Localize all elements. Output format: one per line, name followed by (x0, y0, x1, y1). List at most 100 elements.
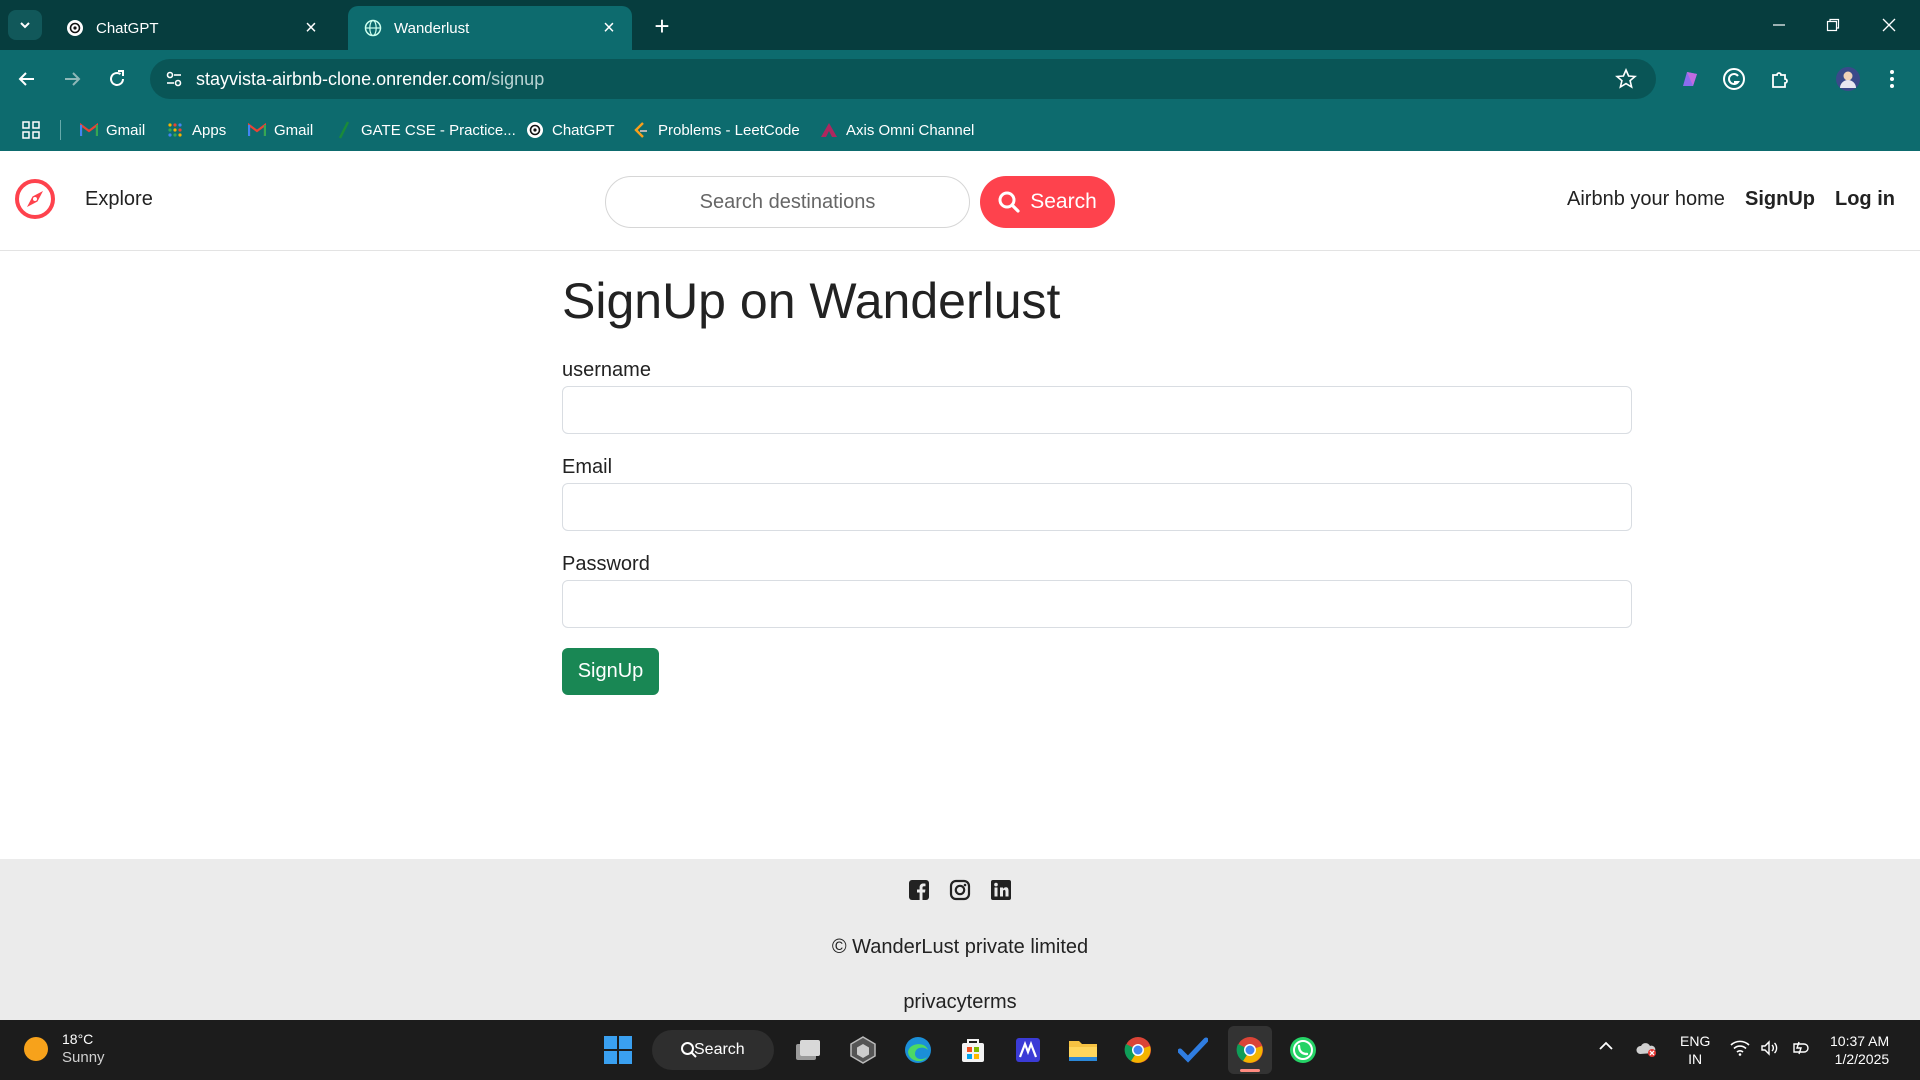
search-button[interactable]: Search (980, 176, 1115, 228)
site-settings-icon[interactable] (164, 69, 184, 89)
bookmark-star-icon[interactable] (1614, 67, 1638, 91)
copyright-text: © WanderLust private limited (831, 936, 1089, 958)
grammarly-icon[interactable] (1720, 65, 1748, 93)
microsoft-store-icon[interactable] (955, 1032, 991, 1068)
bookmark-gate-cse[interactable]: GATE CSE - Practice... (335, 117, 516, 143)
profile-avatar[interactable] (1834, 65, 1862, 93)
bookmark-leetcode[interactable]: Problems - LeetCode (632, 117, 800, 143)
tab-title: ChatGPT (96, 19, 159, 37)
new-tab-icon[interactable]: + (648, 11, 676, 41)
signup-link[interactable]: SignUp (1745, 188, 1815, 211)
signup-form: SignUp on Wanderlust username Email Pass… (562, 271, 1632, 695)
clock-time: 10:37 AM (1830, 1033, 1890, 1049)
instagram-icon[interactable] (949, 879, 971, 901)
weather-condition: Sunny (62, 1049, 105, 1066)
language-code: ENG (1680, 1033, 1711, 1049)
chrome-icon[interactable] (1120, 1032, 1156, 1068)
task-view-icon[interactable] (790, 1032, 826, 1068)
bookmark-axis[interactable]: Axis Omni Channel (820, 117, 974, 143)
site-navbar: Explore Search Airbnb your home SignUp L… (0, 151, 1920, 251)
bookmark-label: Apps (192, 121, 227, 139)
bookmark-gmail-2[interactable]: Gmail (248, 117, 313, 143)
language-indicator[interactable]: ENG IN (1680, 1032, 1710, 1068)
restore-icon[interactable] (1810, 8, 1856, 42)
page-content: Explore Search Airbnb your home SignUp L… (0, 151, 1920, 1020)
url-host: stayvista-airbnb-clone.onrender.com (196, 68, 487, 89)
globe-icon (364, 19, 382, 37)
bookmark-label: ChatGPT (552, 121, 615, 139)
chatgpt-icon (66, 19, 84, 37)
tab-wanderlust[interactable]: Wanderlust × (348, 6, 632, 50)
search-icon (998, 191, 1020, 213)
puzzle-extensions-icon[interactable] (1766, 65, 1794, 93)
url-text: stayvista-airbnb-clone.onrender.com/sign… (196, 69, 544, 90)
apps-grid-icon (166, 121, 184, 139)
app-hexagon-icon[interactable] (845, 1032, 881, 1068)
wifi-icon[interactable] (1730, 1040, 1750, 1056)
explore-link[interactable]: Explore (85, 188, 153, 211)
bookmark-label: Axis Omni Channel (846, 121, 975, 139)
taskbar-search[interactable]: Search (652, 1030, 774, 1070)
bookmark-apps[interactable]: Apps (166, 117, 226, 143)
todo-check-icon[interactable] (1175, 1032, 1211, 1068)
reload-icon[interactable] (100, 62, 134, 96)
gmail-icon (80, 121, 98, 139)
axis-icon (820, 121, 838, 139)
gmail-icon (248, 121, 266, 139)
close-tab-icon[interactable]: × (598, 17, 620, 39)
bookmarks-bar: Gmail Apps Gmail GATE CSE - Practice... … (0, 108, 1920, 151)
system-clock[interactable]: 10:37 AM 1/2/2025 (1830, 1032, 1889, 1068)
browser-toolbar: stayvista-airbnb-clone.onrender.com/sign… (0, 50, 1920, 108)
close-window-icon[interactable] (1866, 8, 1912, 42)
bookmark-label: Problems - LeetCode (658, 121, 800, 139)
active-indicator (1240, 1069, 1260, 1072)
page-title: SignUp on Wanderlust (562, 273, 1061, 329)
browser-tab-strip: ChatGPT × Wanderlust × + (0, 0, 1920, 50)
show-hidden-icons-chevron-icon[interactable] (1598, 1040, 1614, 1052)
weather-widget[interactable]: 18°C Sunny (24, 1030, 105, 1068)
forward-arrow-icon[interactable] (55, 62, 89, 96)
clock-date: 1/2/2025 (1834, 1051, 1890, 1067)
chrome-active-icon[interactable] (1228, 1026, 1272, 1074)
email-field[interactable] (562, 483, 1632, 531)
bookmark-chatgpt[interactable]: ChatGPT (526, 117, 615, 143)
windows-start-icon[interactable] (600, 1032, 636, 1068)
bookmark-label: GATE CSE - Practice... (361, 121, 516, 139)
privacy-terms-links[interactable]: privacyterms (0, 991, 1920, 1014)
edge-browser-icon[interactable] (900, 1032, 936, 1068)
signup-submit-button[interactable]: SignUp (562, 648, 659, 695)
volume-icon[interactable] (1760, 1040, 1780, 1056)
tab-search-button[interactable] (8, 10, 42, 40)
login-link[interactable]: Log in (1835, 188, 1895, 211)
address-bar[interactable]: stayvista-airbnb-clone.onrender.com/sign… (150, 59, 1656, 99)
chatgpt-icon (526, 121, 544, 139)
gate-icon (335, 121, 353, 139)
username-field[interactable] (562, 386, 1632, 434)
compass-icon[interactable] (14, 178, 56, 220)
password-field[interactable] (562, 580, 1632, 628)
extension-icon[interactable] (1676, 65, 1704, 93)
airbnb-your-home-link[interactable]: Airbnb your home (1567, 188, 1725, 211)
close-tab-icon[interactable]: × (300, 17, 322, 39)
search-destinations-input[interactable] (605, 176, 970, 228)
url-path: /signup (486, 68, 545, 89)
onedrive-error-icon[interactable] (1636, 1040, 1658, 1058)
temperature: 18°C (62, 1031, 94, 1047)
browser-menu-icon[interactable] (1878, 65, 1906, 93)
back-arrow-icon[interactable] (10, 62, 44, 96)
sun-icon (24, 1037, 48, 1061)
password-label: Password (562, 553, 650, 575)
battery-charging-icon[interactable] (1790, 1040, 1812, 1056)
file-explorer-icon[interactable] (1065, 1032, 1101, 1068)
facebook-icon[interactable] (908, 879, 930, 901)
tab-chatgpt[interactable]: ChatGPT × (50, 6, 334, 50)
tab-title: Wanderlust (394, 19, 470, 37)
minimize-icon[interactable] (1756, 8, 1802, 42)
math-app-icon[interactable] (1010, 1032, 1046, 1068)
linkedin-icon[interactable] (990, 879, 1012, 901)
social-links (0, 879, 1920, 901)
whatsapp-icon[interactable] (1285, 1032, 1321, 1068)
region-code: IN (1688, 1051, 1703, 1067)
bookmark-gmail[interactable]: Gmail (80, 117, 145, 143)
all-apps-icon[interactable] (22, 117, 40, 143)
